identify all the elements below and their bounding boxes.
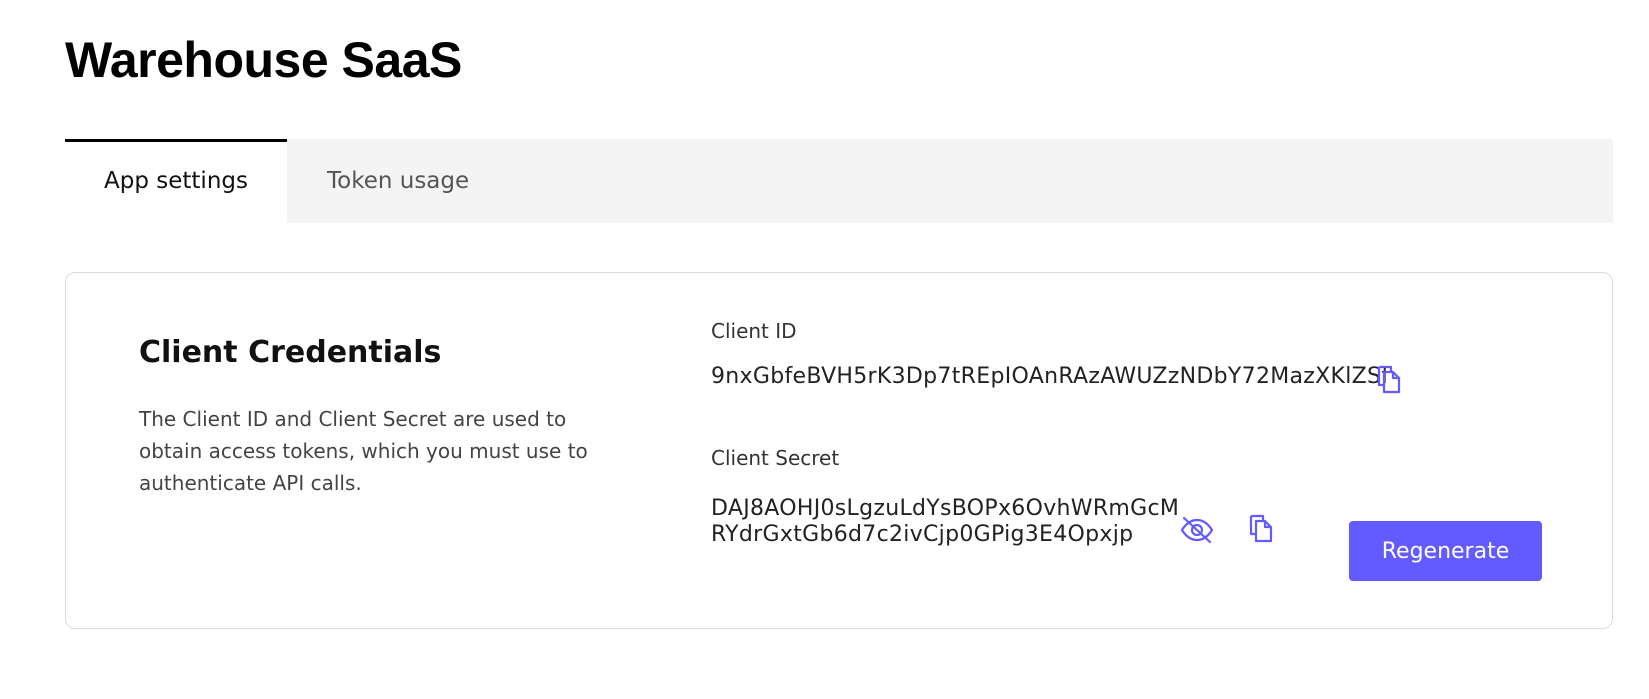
client-id-label: Client ID [711, 319, 797, 343]
client-secret-value-line-1: DAJ8AOHJ0sLgzuLdYsBOPx6OvhWRmGcM [711, 496, 1180, 521]
client-secret-value-line-2: RYdrGxtGb6d7c2ivCjp0GPig3E4Opxjp [711, 522, 1134, 547]
copy-icon [1245, 512, 1277, 544]
toggle-secret-visibility-button[interactable] [1177, 510, 1217, 550]
section-title: Client Credentials [139, 335, 442, 370]
regenerate-button[interactable]: Regenerate [1349, 521, 1542, 581]
tab-label: App settings [104, 168, 248, 194]
tab-token-usage[interactable]: Token usage [287, 139, 469, 223]
section-description: The Client ID and Client Secret are used… [139, 407, 588, 495]
copy-icon [1373, 363, 1405, 395]
copy-client-id-button[interactable] [1369, 359, 1409, 399]
client-id-value: 9nxGbfeBVH5rK3Dp7tREpIOAnRAzAWUZzNDbY72M… [711, 364, 1390, 389]
tab-label: Token usage [327, 168, 470, 194]
copy-client-secret-button[interactable] [1241, 508, 1281, 548]
page: Warehouse SaaS App settings Token usage … [0, 0, 1649, 699]
page-title: Warehouse SaaS [65, 32, 462, 88]
tab-app-settings[interactable]: App settings [65, 139, 287, 223]
eye-off-icon [1179, 514, 1215, 546]
client-secret-label: Client Secret [711, 446, 840, 470]
tab-bar: App settings Token usage [65, 139, 1613, 223]
client-credentials-card: Client Credentials The Client ID and Cli… [65, 272, 1613, 629]
